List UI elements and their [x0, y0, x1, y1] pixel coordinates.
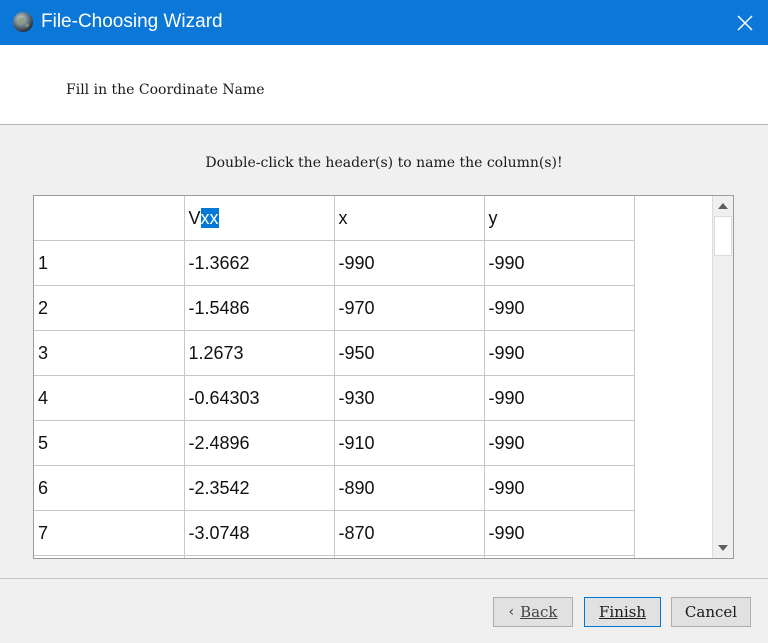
table-cell: -2.3542 — [184, 465, 335, 511]
back-button-label: Back — [520, 603, 558, 621]
table-cell: -0.64303 — [184, 375, 335, 421]
table-grid: Vxx x y 1 -1.3662 -990 -990 2 -1.5486 -9… — [34, 196, 635, 558]
table-cell: -990 — [484, 240, 635, 286]
table-cell: -990 — [484, 375, 635, 421]
globe-icon — [13, 12, 33, 32]
cancel-button-label: Cancel — [684, 603, 738, 621]
row-number: 1 — [34, 240, 185, 286]
table-cell: -1.3662 — [184, 240, 335, 286]
table-row: 4 -0.64303 -930 -990 — [34, 375, 635, 421]
table-cell: -910 — [334, 420, 485, 466]
table-cell: -990 — [484, 330, 635, 376]
table-cell: -1.5486 — [184, 285, 335, 331]
table-cell: 1.2673 — [184, 330, 335, 376]
table-cell: -990 — [334, 240, 485, 286]
table-cell: -990 — [484, 285, 635, 331]
finish-button-label: Finish — [598, 603, 647, 621]
row-number: 4 — [34, 375, 185, 421]
header-text-selection[interactable]: xx — [200, 207, 219, 228]
table-row: 3 1.2673 -950 -990 — [34, 330, 635, 376]
table-row: 6 -2.3542 -890 -990 — [34, 465, 635, 511]
scroll-thumb[interactable] — [714, 216, 732, 256]
table-cell: -870 — [334, 510, 485, 556]
table-row: 7 -3.0748 -870 -990 — [34, 510, 635, 556]
step-title: Fill in the Coordinate Name — [66, 82, 265, 98]
table-cell: -2.4896 — [184, 420, 335, 466]
table-row: 2 -1.5486 -970 -990 — [34, 285, 635, 331]
table-cell: -990 — [484, 420, 635, 466]
table-row: 1 -1.3662 -990 -990 — [34, 240, 635, 286]
table-cell: -970 — [334, 285, 485, 331]
data-table: Vxx x y 1 -1.3662 -990 -990 2 -1.5486 -9… — [33, 195, 734, 559]
scroll-down-arrow-icon — [718, 545, 728, 551]
row-number — [34, 555, 185, 558]
instruction-text: Double-click the header(s) to name the c… — [205, 155, 563, 171]
table-cell — [334, 555, 485, 558]
cancel-button[interactable]: Cancel — [671, 597, 751, 627]
scroll-up-button[interactable] — [713, 196, 733, 216]
table-cell: -950 — [334, 330, 485, 376]
table-cell: -990 — [484, 510, 635, 556]
chevron-left-icon: ‹ — [508, 604, 515, 620]
close-button[interactable] — [722, 0, 768, 45]
table-cell — [184, 555, 335, 558]
back-button[interactable]: ‹ Back — [493, 597, 573, 627]
header-text-prefix: V — [188, 207, 201, 228]
row-number: 2 — [34, 285, 185, 331]
table-cell — [484, 555, 635, 558]
finish-button[interactable]: Finish — [584, 597, 661, 627]
header-row: Vxx x y — [34, 196, 635, 241]
table-row-partial — [34, 555, 635, 558]
table-cell: -890 — [334, 465, 485, 511]
table-row: 5 -2.4896 -910 -990 — [34, 420, 635, 466]
wizard-header-panel: Fill in the Coordinate Name — [0, 45, 768, 125]
row-number: 6 — [34, 465, 185, 511]
close-icon — [737, 14, 753, 31]
window-title: File-Choosing Wizard — [41, 11, 223, 32]
row-number: 5 — [34, 420, 185, 466]
scroll-down-button[interactable] — [713, 538, 733, 558]
column-header-y[interactable]: y — [484, 196, 635, 241]
row-number: 3 — [34, 330, 185, 376]
column-header-x[interactable]: x — [334, 196, 485, 241]
vertical-scrollbar[interactable] — [712, 196, 733, 558]
table-cell: -930 — [334, 375, 485, 421]
table-cell: -3.0748 — [184, 510, 335, 556]
table-cell: -990 — [484, 465, 635, 511]
scroll-up-arrow-icon — [718, 203, 728, 209]
title-bar: File-Choosing Wizard — [0, 0, 768, 45]
footer-separator — [0, 578, 768, 579]
column-header-editing[interactable]: Vxx — [184, 196, 335, 241]
corner-header-cell — [34, 196, 185, 241]
row-number: 7 — [34, 510, 185, 556]
